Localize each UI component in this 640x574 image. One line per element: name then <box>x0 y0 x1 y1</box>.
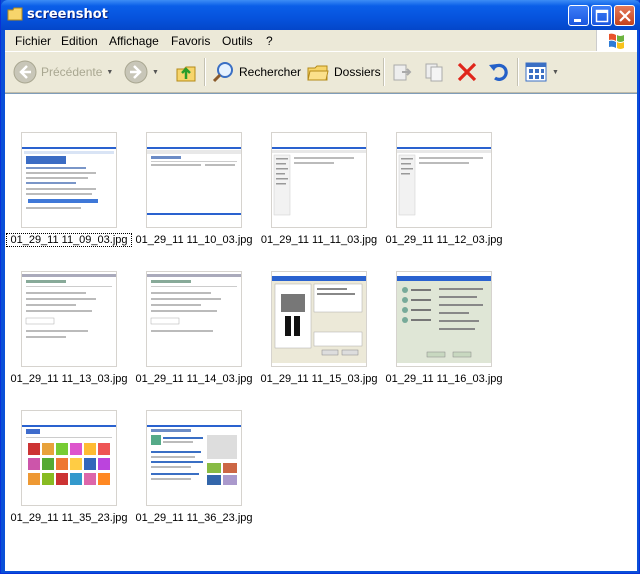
maximize-icon <box>595 9 609 23</box>
file-name-label[interactable]: 01_29_11 11_11_03.jpg <box>257 234 381 246</box>
title-bar[interactable]: screenshot <box>1 0 640 30</box>
file-thumbnail[interactable] <box>396 271 492 367</box>
chevron-down-icon[interactable]: ▼ <box>552 69 559 76</box>
toolbar: Précédente ▼ ▼ Rechercher Dossiers ▼ <box>5 52 637 93</box>
screenshot-thumbnail-image <box>22 274 116 338</box>
file-thumbnail[interactable] <box>146 410 242 506</box>
windows-flag-icon <box>609 33 624 49</box>
forward-button[interactable]: ▼ <box>124 58 159 86</box>
explorer-window: screenshot Fichier Edition Affichage Fav… <box>0 0 640 574</box>
menu-edition[interactable]: Edition <box>61 34 98 48</box>
move-to-icon <box>393 64 412 81</box>
back-button[interactable]: Précédente ▼ <box>13 58 113 86</box>
toolbar-separator <box>383 58 385 86</box>
views-icon <box>525 62 547 82</box>
window-title: screenshot <box>27 7 108 22</box>
toolbar-separator <box>517 58 519 86</box>
client-area: Fichier Edition Affichage Favoris Outils… <box>5 30 637 571</box>
screenshot-thumbnail-image <box>272 147 366 216</box>
chevron-down-icon[interactable]: ▼ <box>152 69 159 76</box>
move-to-button[interactable] <box>390 58 414 86</box>
file-thumbnail[interactable] <box>271 271 367 367</box>
menu-help[interactable]: ? <box>266 34 273 48</box>
file-thumbnail[interactable] <box>396 132 492 228</box>
file-name-label[interactable]: 01_29_11 11_14_03.jpg <box>132 373 256 385</box>
copy-to-icon <box>425 63 443 82</box>
file-thumbnail[interactable] <box>21 132 117 228</box>
up-folder-button[interactable] <box>174 58 198 86</box>
views-button[interactable]: ▼ <box>524 58 559 86</box>
screenshot-thumbnail-image <box>147 425 241 485</box>
back-label: Précédente <box>41 65 103 79</box>
screenshot-thumbnail-image <box>397 276 491 363</box>
chevron-down-icon[interactable]: ▼ <box>106 69 113 76</box>
toolbar-separator <box>204 58 206 86</box>
file-thumbnail[interactable] <box>146 271 242 367</box>
undo-button[interactable] <box>487 58 511 86</box>
file-thumbnail[interactable] <box>21 271 117 367</box>
file-thumbnail[interactable] <box>21 410 117 506</box>
screenshot-thumbnail-image <box>147 274 241 332</box>
minimize-icon <box>574 19 581 22</box>
forward-arrow-icon <box>124 60 148 84</box>
search-label: Rechercher <box>239 65 302 79</box>
folders-button[interactable]: Dossiers <box>306 58 381 86</box>
folder-up-icon <box>176 66 196 82</box>
delete-button[interactable] <box>455 58 479 86</box>
file-name-label[interactable]: 01_29_11 11_12_03.jpg <box>382 234 506 246</box>
menu-bar: Fichier Edition Affichage Favoris Outils… <box>5 30 637 52</box>
screenshot-thumbnail-image <box>397 147 491 216</box>
menu-favoris[interactable]: Favoris <box>171 34 210 48</box>
minimize-button[interactable] <box>568 5 589 26</box>
close-icon <box>619 10 631 22</box>
screenshot-thumbnail-image <box>22 425 116 485</box>
windows-logo <box>596 30 637 51</box>
file-thumbnail[interactable] <box>271 132 367 228</box>
file-name-label[interactable]: 01_29_11 11_09_03.jpg <box>6 233 132 247</box>
file-name-label[interactable]: 01_29_11 11_10_03.jpg <box>132 234 256 246</box>
screenshot-thumbnail-image <box>272 276 366 363</box>
menu-affichage[interactable]: Affichage <box>109 34 159 48</box>
delete-x-icon <box>457 62 477 82</box>
file-name-label[interactable]: 01_29_11 11_15_03.jpg <box>257 373 381 385</box>
maximize-button[interactable] <box>591 5 612 26</box>
search-icon <box>212 62 233 83</box>
file-name-label[interactable]: 01_29_11 11_36_23.jpg <box>132 512 256 524</box>
screenshot-thumbnail-image <box>22 147 116 209</box>
menu-outils[interactable]: Outils <box>222 34 253 48</box>
screenshot-thumbnail-image <box>147 147 241 215</box>
folders-icon <box>307 65 329 81</box>
file-thumbnail[interactable] <box>146 132 242 228</box>
back-arrow-icon <box>13 60 37 84</box>
file-name-label[interactable]: 01_29_11 11_13_03.jpg <box>7 373 131 385</box>
folders-label: Dossiers <box>334 65 381 79</box>
file-name-label[interactable]: 01_29_11 11_35_23.jpg <box>7 512 131 524</box>
close-button[interactable] <box>614 5 635 26</box>
search-button[interactable]: Rechercher <box>211 58 301 86</box>
menu-fichier[interactable]: Fichier <box>15 34 51 48</box>
copy-to-button[interactable] <box>423 58 447 86</box>
file-name-label[interactable]: 01_29_11 11_16_03.jpg <box>382 373 506 385</box>
folder-icon <box>7 7 23 21</box>
file-list-pane[interactable]: 01_29_11 11_09_03.jpg 01_29_11 11_10_03.… <box>5 93 637 571</box>
undo-icon <box>489 63 508 81</box>
